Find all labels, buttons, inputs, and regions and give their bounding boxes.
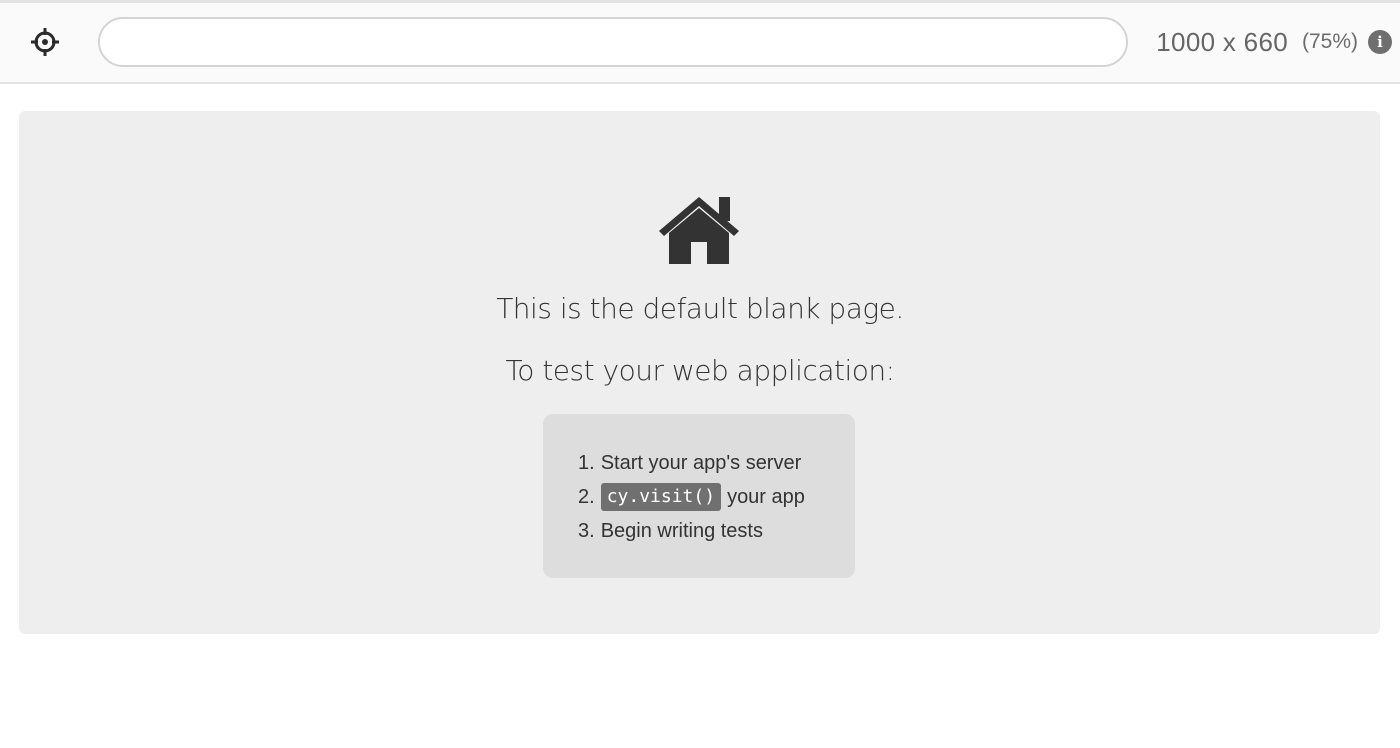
step-number: 3. [578,520,595,542]
code-snippet: cy.visit() [600,483,722,511]
page-headline: This is the default blank page. [496,292,904,325]
info-icon[interactable]: i [1368,30,1392,54]
list-item: 1. Start your app's server [578,446,855,480]
info-glyph: i [1377,33,1383,51]
viewport-info: 1000 x 660 (75%) [1156,25,1358,59]
selector-playground-button[interactable] [27,24,63,60]
url-input[interactable] [98,17,1128,67]
toolbar: 1000 x 660 (75%) i [0,0,1400,84]
steps-box: 1. Start your app's server 2. cy.visit()… [543,414,855,578]
viewport-size: 1000 x 660 [1156,26,1288,57]
step-text: Start your app's server [600,452,802,474]
steps-list: 1. Start your app's server 2. cy.visit()… [578,446,855,548]
step-number: 1. [578,452,595,474]
viewport-scale: (75%) [1301,30,1358,53]
step-number: 2. [578,486,595,508]
home-icon [659,197,739,264]
list-item: 2. cy.visit() your app [578,480,855,514]
crosshair-icon [31,28,59,56]
list-item: 3. Begin writing tests [578,514,855,548]
step-text: your app [727,486,805,508]
step-text: Begin writing tests [600,520,763,542]
page-subheadline: To test your web application: [505,354,895,387]
